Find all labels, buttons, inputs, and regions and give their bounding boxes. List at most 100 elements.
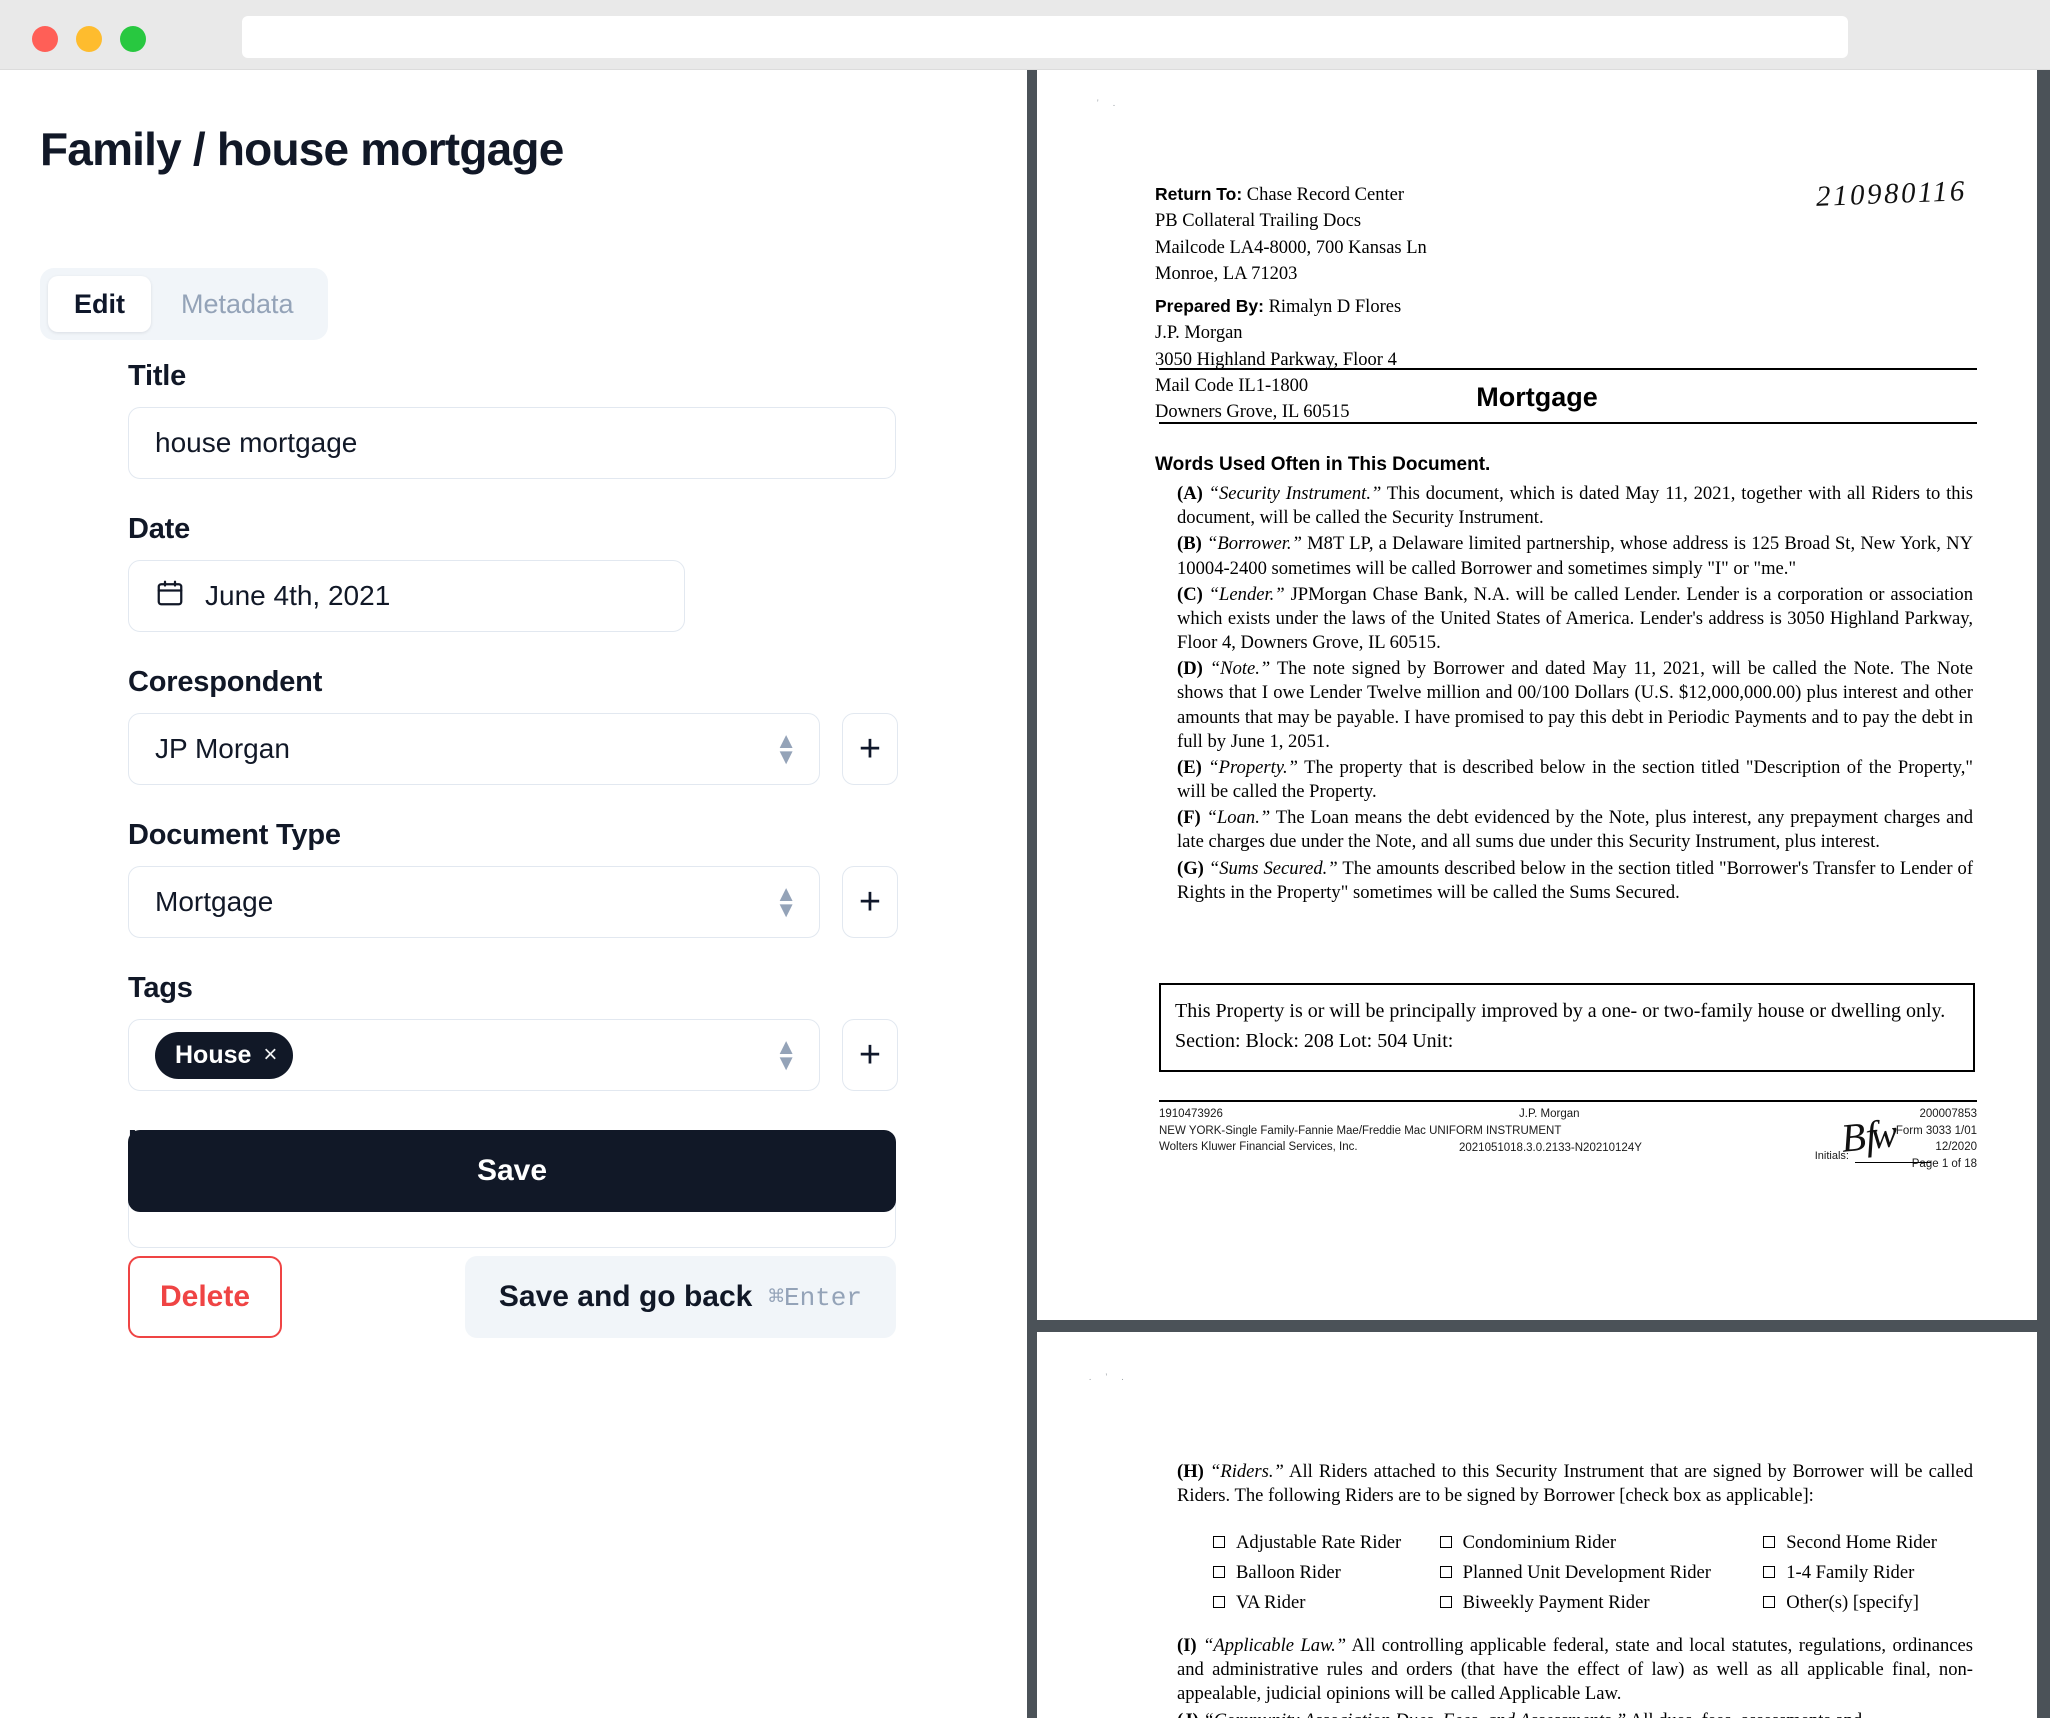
field-document-type: Document Type Mortgage ▲ ▼ + — [128, 819, 898, 938]
page2-clause-h: (H) “Riders.” All Riders attached to thi… — [1177, 1461, 1974, 1507]
return-to-label: Return To: — [1155, 184, 1243, 204]
correspondent-select[interactable]: JP Morgan ▲ ▼ — [128, 713, 820, 785]
definitions-list: (A) “Security Instrument.” This document… — [1177, 482, 1973, 907]
return-to-line-1: PB Collateral Trailing Docs — [1155, 211, 1362, 232]
rider-row: Adjustable Rate Rider Condominium Rider … — [1213, 1528, 1973, 1558]
checkbox-icon[interactable] — [1763, 1535, 1776, 1548]
correspondent-value: JP Morgan — [155, 733, 290, 764]
footer-initials-line — [1855, 1162, 1931, 1163]
clause-b: (B) “Borrower.” M8T LP, a Delaware limit… — [1177, 533, 1974, 579]
application-window: Family / house mortgage Edit Metadata Ti… — [0, 0, 2050, 1718]
checkbox-icon[interactable] — [1213, 1595, 1225, 1608]
rider-option[interactable]: Condominium Rider — [1439, 1528, 1764, 1558]
rider-option[interactable]: Adjustable Rate Rider — [1213, 1528, 1440, 1558]
divider-top — [1159, 368, 1977, 370]
chevron-updown-icon: ▲ ▼ — [775, 881, 797, 922]
form-footer-actions: Delete Save and go back ⌘Enter — [128, 1256, 896, 1338]
edit-form-panel: Family / house mortgage Edit Metadata Ti… — [0, 70, 1027, 1718]
clause-i: (I) “Applicable Law.” All controlling ap… — [1177, 1635, 1974, 1705]
footer-divider — [1159, 1100, 1977, 1102]
rider-option[interactable]: Other(s) [specify] — [1763, 1588, 1973, 1618]
rider-option[interactable]: Balloon Rider — [1213, 1558, 1440, 1588]
calendar-icon — [155, 578, 185, 615]
field-correspondent: Corespondent JP Morgan ▲ ▼ + — [128, 666, 898, 785]
chevron-updown-icon: ▲ ▼ — [775, 1034, 797, 1075]
footer-right-number: 200007853 — [1919, 1108, 1977, 1120]
tab-edit[interactable]: Edit — [48, 276, 151, 333]
rider-row: Balloon Rider Planned Unit Development R… — [1213, 1558, 1973, 1588]
checkbox-icon[interactable] — [1439, 1535, 1452, 1548]
clause-c: (C) “Lender.” JPMorgan Chase Bank, N.A. … — [1177, 583, 1973, 654]
close-window-button[interactable] — [32, 26, 58, 52]
checkbox-icon[interactable] — [1763, 1565, 1776, 1578]
document-footer: 1910473926 NEW YORK-Single Family-Fannie… — [1159, 1106, 1977, 1170]
rider-option[interactable]: Planned Unit Development Rider — [1439, 1558, 1764, 1588]
tags-label: Tags — [128, 972, 193, 1004]
date-label: Date — [128, 513, 191, 545]
footer-instrument: NEW YORK-Single Family-Fannie Mae/Freddi… — [1159, 1124, 1562, 1137]
checkbox-icon[interactable] — [1213, 1535, 1225, 1548]
correspondent-row: JP Morgan ▲ ▼ + — [128, 713, 898, 785]
checkbox-icon[interactable] — [1213, 1565, 1225, 1578]
document-type-select[interactable]: Mortgage ▲ ▼ — [128, 866, 820, 938]
remove-tag-icon[interactable]: × — [263, 1041, 277, 1069]
field-tags: Tags House × ▲ ▼ + — [128, 972, 898, 1091]
tab-metadata[interactable]: Metadata — [155, 276, 320, 332]
property-improvement-box: This Property is or will be principally … — [1159, 983, 1975, 1072]
property-box-line-1: This Property is or will be principally … — [1175, 1000, 1946, 1022]
clause-g: (G) “Sums Secured.” The amounts describe… — [1177, 857, 1974, 903]
checkbox-icon[interactable] — [1763, 1595, 1776, 1608]
rider-row: VA Rider Biweekly Payment Rider Other(s)… — [1213, 1588, 1973, 1618]
rider-option[interactable]: Biweekly Payment Rider — [1439, 1588, 1764, 1618]
maximize-window-button[interactable] — [120, 26, 146, 52]
traffic-light-buttons — [32, 26, 146, 52]
checkbox-icon[interactable] — [1439, 1565, 1452, 1578]
tag-chip: House × — [155, 1031, 294, 1079]
footer-form: Form 3033 1/01 — [1895, 1124, 1977, 1137]
window-titlebar — [0, 0, 2050, 70]
save-and-go-back-label: Save and go back — [498, 1280, 753, 1313]
scan-artifact: ' . — [1097, 98, 1122, 108]
document-page-1: ' . Return To: Chase Record Center PB Co… — [1037, 70, 2037, 1320]
footer-page: Page 1 of 18 — [1911, 1158, 1977, 1171]
footer-doc-number: 1910473926 — [1159, 1108, 1223, 1120]
title-input[interactable]: house mortgage — [128, 407, 896, 479]
rider-option[interactable]: Second Home Rider — [1763, 1528, 1973, 1558]
add-document-type-button[interactable]: + — [842, 866, 898, 938]
section-heading: Words Used Often in This Document. — [1155, 454, 1491, 475]
checkbox-icon[interactable] — [1439, 1595, 1452, 1608]
prepared-by-line-1: J.P. Morgan — [1155, 323, 1243, 344]
footer-bank: J.P. Morgan — [1519, 1108, 1580, 1120]
document-type-row: Mortgage ▲ ▼ + — [128, 866, 898, 938]
url-input[interactable] — [242, 16, 1848, 58]
delete-button[interactable]: Delete — [128, 1256, 282, 1338]
tags-select[interactable]: House × ▲ ▼ — [128, 1019, 820, 1091]
view-mode-tabs: Edit Metadata — [40, 268, 328, 341]
date-value: June 4th, 2021 — [205, 580, 391, 611]
save-and-go-back-button[interactable]: Save and go back ⌘Enter — [464, 1256, 896, 1338]
return-to-line-2: Mailcode LA4-8000, 700 Kansas Ln — [1155, 237, 1427, 258]
footer-initials-label: Initials: — [1814, 1150, 1849, 1162]
clause-f: (F) “Loan.” The Loan means the debt evid… — [1177, 807, 1973, 853]
tags-row: House × ▲ ▼ + — [128, 1019, 898, 1091]
clause-j: (J) “Community Association Dues, Fees, a… — [1177, 1709, 1973, 1718]
save-button[interactable]: Save — [128, 1130, 896, 1212]
field-title: Title house mortgage — [128, 360, 898, 479]
add-tag-button[interactable]: + — [842, 1019, 898, 1091]
page2-clauses-ij: (I) “Applicable Law.” All controlling ap… — [1177, 1634, 1973, 1718]
tag-label: House — [175, 1040, 252, 1069]
document-preview-pane[interactable]: ' . Return To: Chase Record Center PB Co… — [1027, 70, 2050, 1718]
chevron-updown-icon: ▲ ▼ — [775, 728, 797, 769]
footer-date: 12/2020 — [1935, 1141, 1977, 1154]
prepared-by-value: Rimalyn D Flores — [1268, 297, 1402, 318]
keyboard-shortcut-hint: ⌘Enter — [768, 1282, 862, 1313]
riders-checkbox-grid: Adjustable Rate Rider Condominium Rider … — [1213, 1528, 1973, 1618]
add-correspondent-button[interactable]: + — [842, 713, 898, 785]
minimize-window-button[interactable] — [76, 26, 102, 52]
date-input[interactable]: June 4th, 2021 — [128, 560, 685, 632]
clause-d: (D) “Note.” The note signed by Borrower … — [1177, 658, 1973, 752]
handwritten-reference-number: 210980116 — [1815, 175, 1968, 213]
rider-option[interactable]: VA Rider — [1213, 1588, 1440, 1618]
rider-option[interactable]: 1-4 Family Rider — [1763, 1558, 1973, 1588]
correspondent-label: Corespondent — [128, 666, 323, 698]
